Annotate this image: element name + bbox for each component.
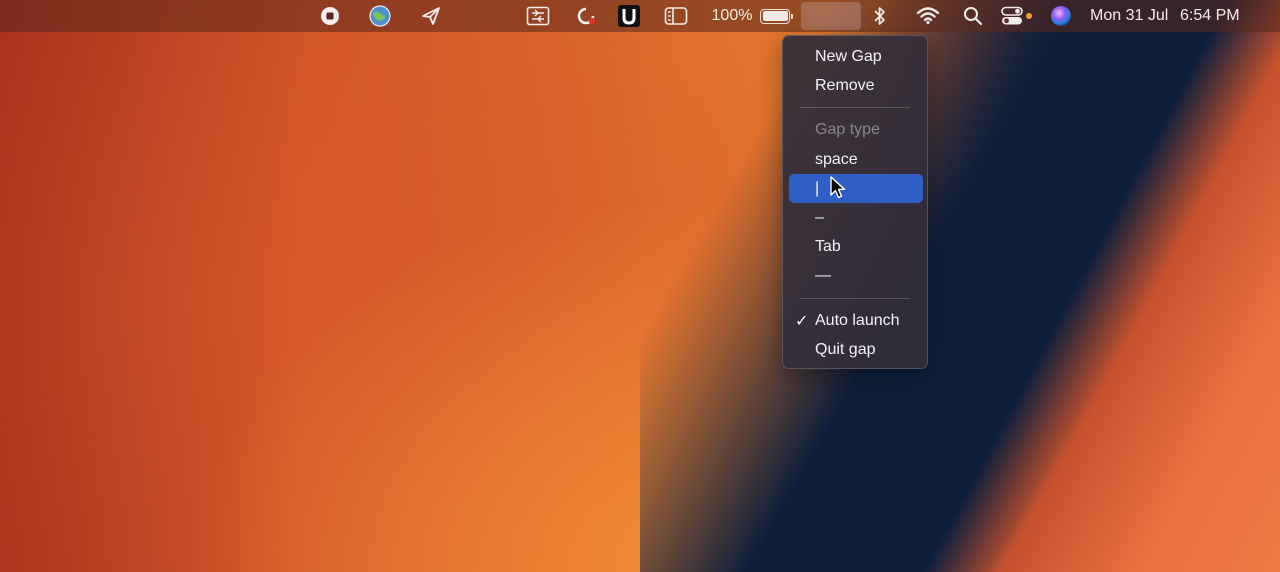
screen-capture-icon[interactable] [526, 0, 550, 32]
menu-item-label: — [815, 266, 831, 284]
menu-header-gap-type: Gap type [789, 115, 923, 144]
menu-item-quit-gap[interactable]: Quit gap [789, 335, 923, 364]
menu-item-pipe[interactable]: | [789, 174, 923, 203]
menubar-time[interactable]: 6:54 PM [1180, 0, 1262, 32]
menu-item-tab[interactable]: Tab [789, 232, 923, 261]
search-icon[interactable] [962, 0, 984, 32]
siri-icon[interactable] [1049, 0, 1073, 32]
menubar-date[interactable]: Mon 31 Jul [1090, 0, 1172, 32]
globe-icon[interactable] [368, 0, 392, 32]
menu-item-label: | [815, 179, 820, 197]
menu-separator [800, 298, 910, 299]
battery-percent-label: 100% [711, 7, 753, 24]
sidebar-icon[interactable] [664, 0, 688, 32]
bluetooth-icon[interactable] [870, 0, 890, 32]
battery-icon[interactable] [757, 0, 793, 32]
date-label: Mon 31 Jul [1090, 7, 1169, 24]
menu-item-label: Quit gap [815, 340, 876, 358]
paper-plane-icon[interactable] [419, 0, 443, 32]
record-indicator-dot [1025, 0, 1033, 32]
time-label: 6:54 PM [1180, 7, 1240, 24]
menu-item-label: New Gap [815, 47, 882, 65]
battery-fill [762, 11, 788, 21]
menu-bar: 100% Mon 31 Jul 6:54 PM [0, 0, 1280, 32]
gap-icon[interactable] [801, 2, 861, 30]
refresh-icon[interactable] [574, 0, 598, 32]
menu-item-label: Tab [815, 237, 841, 255]
wallpaper-ribbon [900, 0, 1280, 572]
control-center-icon[interactable] [1000, 0, 1024, 32]
checkmark-icon: ✓ [795, 313, 809, 330]
battery-cap [791, 13, 793, 19]
mouse-pointer-icon [830, 176, 846, 199]
menu-item-auto-launch[interactable]: ✓ Auto launch [789, 306, 923, 335]
battery-percent: 100% [709, 0, 755, 32]
menu-item-label: Auto launch [815, 311, 900, 329]
menu-item-label: – [815, 208, 824, 226]
battery-body [760, 8, 793, 24]
menu-item-remove[interactable]: Remove [789, 71, 923, 100]
menu-item-label: Gap type [815, 120, 880, 138]
menu-item-space[interactable]: space [789, 145, 923, 174]
wallpaper-left-shade [0, 0, 300, 572]
menu-separator [800, 107, 910, 108]
wifi-icon[interactable] [914, 0, 942, 32]
u-app-icon[interactable] [617, 0, 641, 32]
menu-item-en-dash[interactable]: – [789, 203, 923, 232]
menu-item-new-gap[interactable]: New Gap [789, 42, 923, 71]
stop-record-icon[interactable] [318, 0, 342, 32]
menu-item-label: space [815, 150, 858, 168]
menu-item-em-dash[interactable]: — [789, 261, 923, 290]
menu-item-label: Remove [815, 76, 875, 94]
gap-dropdown-menu: New Gap Remove Gap type space | – Tab — … [782, 35, 928, 369]
